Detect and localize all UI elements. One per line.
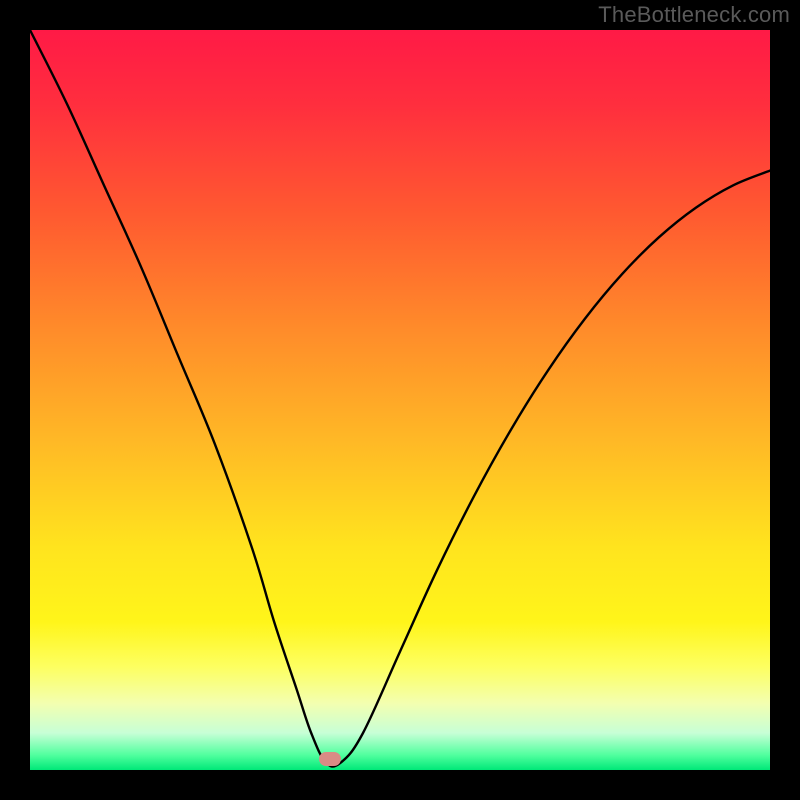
bottleneck-curve [30,30,770,770]
plot-area [30,30,770,770]
chart-frame: TheBottleneck.com [0,0,800,800]
watermark-text: TheBottleneck.com [598,2,790,28]
optimum-marker [319,752,341,766]
